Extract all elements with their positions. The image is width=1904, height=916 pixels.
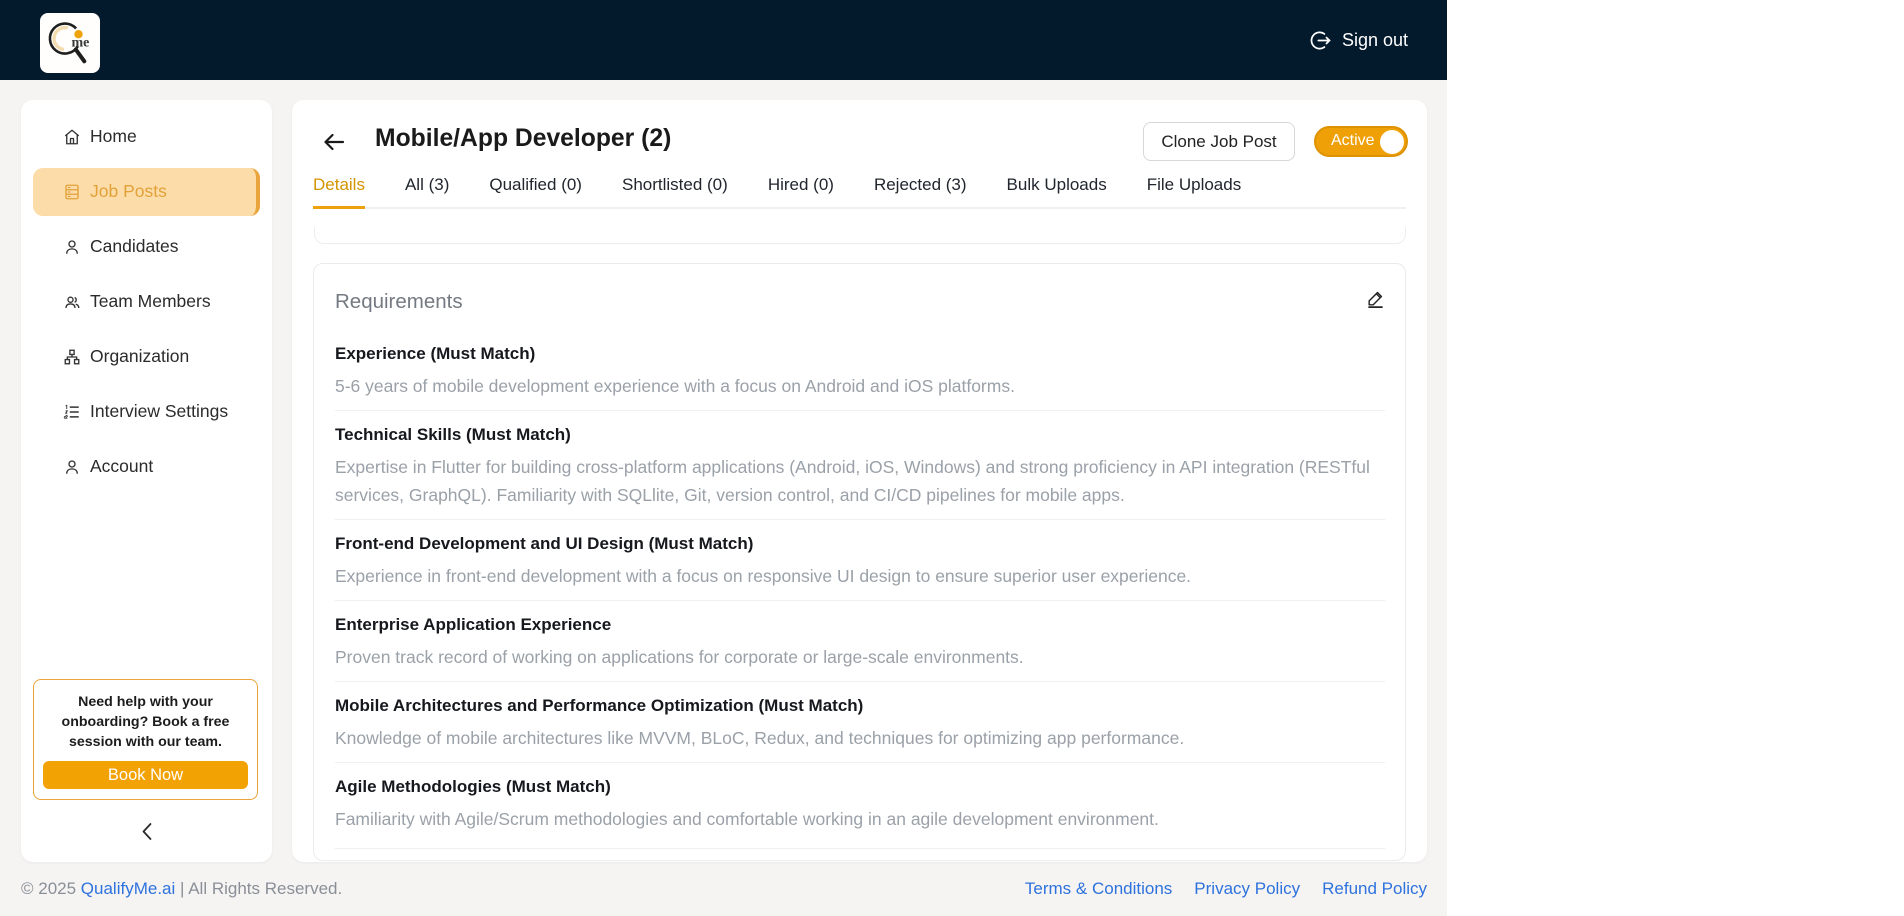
svg-text:me: me [72,36,90,51]
